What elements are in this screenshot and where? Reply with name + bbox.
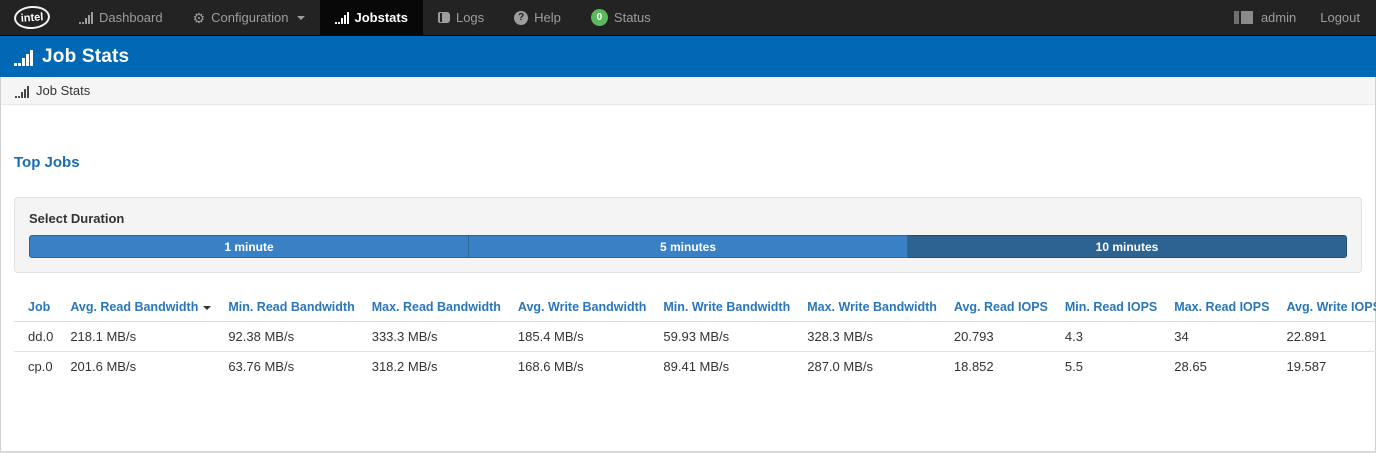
status-badge: 0 xyxy=(591,9,608,26)
column-header-min-write-bandwidth[interactable]: Min. Write Bandwidth xyxy=(663,293,807,322)
duration-button-5-minutes[interactable]: 5 minutes xyxy=(469,235,908,258)
column-header-avg-read-iops[interactable]: Avg. Read IOPS xyxy=(954,293,1065,322)
breadcrumb: Job Stats xyxy=(1,77,1375,105)
top-navbar: intel Dashboard ⚙ Configuration Jobstats… xyxy=(0,0,1376,36)
column-header-avg-read-bandwidth[interactable]: Avg. Read Bandwidth xyxy=(70,293,228,322)
table-row: cp.0201.6 MB/s63.76 MB/s318.2 MB/s168.6 … xyxy=(14,352,1376,382)
duration-panel-label: Select Duration xyxy=(29,211,1347,226)
nav-item-label: Help xyxy=(534,10,561,25)
bar-chart-icon xyxy=(79,12,93,24)
nav-item-label: Jobstats xyxy=(355,10,408,25)
table-cell: 5.5 xyxy=(1065,352,1174,382)
table-cell: 92.38 MB/s xyxy=(228,322,371,352)
nav-item-label: Logs xyxy=(456,10,484,25)
column-header-avg-write-bandwidth[interactable]: Avg. Write Bandwidth xyxy=(518,293,663,322)
table-cell: 185.4 MB/s xyxy=(518,322,663,352)
duration-button-group: 1 minute 5 minutes 10 minutes xyxy=(29,235,1347,258)
top-jobs-table: JobAvg. Read BandwidthMin. Read Bandwidt… xyxy=(14,293,1376,381)
table-cell: 18.852 xyxy=(954,352,1065,382)
breadcrumb-item[interactable]: Job Stats xyxy=(36,83,90,98)
table-cell: 89.41 MB/s xyxy=(663,352,807,382)
table-cell: 34 xyxy=(1174,322,1286,352)
nav-item-label: Dashboard xyxy=(99,10,163,25)
nav-item-jobstats[interactable]: Jobstats xyxy=(320,0,423,35)
table-cell: 63.76 MB/s xyxy=(228,352,371,382)
main-content: Top Jobs Select Duration 1 minute 5 minu… xyxy=(1,154,1375,381)
table-cell: 22.891 xyxy=(1286,322,1376,352)
table-cell: 201.6 MB/s xyxy=(70,352,228,382)
table-cell: 19.587 xyxy=(1286,352,1376,382)
logout-button[interactable]: Logout xyxy=(1310,0,1376,35)
section-title: Top Jobs xyxy=(14,154,1362,171)
table-cell: 59.93 MB/s xyxy=(663,322,807,352)
job-name-cell: dd.0 xyxy=(14,322,70,352)
user-menu[interactable]: admin xyxy=(1220,0,1310,35)
table-cell: 20.793 xyxy=(954,322,1065,352)
table-row: dd.0218.1 MB/s92.38 MB/s333.3 MB/s185.4 … xyxy=(14,322,1376,352)
book-icon xyxy=(438,12,450,23)
username: admin xyxy=(1261,10,1296,25)
duration-panel: Select Duration 1 minute 5 minutes 10 mi… xyxy=(14,197,1362,273)
table-cell: 318.2 MB/s xyxy=(372,352,518,382)
nav-item-label: Configuration xyxy=(211,10,288,25)
nav-item-status[interactable]: 0 Status xyxy=(576,0,666,35)
column-header-max-read-bandwidth[interactable]: Max. Read Bandwidth xyxy=(372,293,518,322)
table-header-row: JobAvg. Read BandwidthMin. Read Bandwidt… xyxy=(14,293,1376,322)
bar-chart-icon xyxy=(14,50,33,66)
nav-item-dashboard[interactable]: Dashboard xyxy=(64,0,178,35)
intel-logo-text: intel xyxy=(13,5,51,30)
page-header: Job Stats xyxy=(0,36,1376,77)
column-header-job[interactable]: Job xyxy=(14,293,70,322)
column-header-min-read-bandwidth[interactable]: Min. Read Bandwidth xyxy=(228,293,371,322)
table-cell: 328.3 MB/s xyxy=(807,322,954,352)
bar-chart-icon xyxy=(335,12,349,24)
help-icon: ? xyxy=(514,11,528,25)
table-cell: 333.3 MB/s xyxy=(372,322,518,352)
navbar-left: intel Dashboard ⚙ Configuration Jobstats… xyxy=(0,0,666,35)
table-cell: 28.65 xyxy=(1174,352,1286,382)
nav-item-configuration[interactable]: ⚙ Configuration xyxy=(178,0,320,35)
table-cell: 4.3 xyxy=(1065,322,1174,352)
table-cell: 218.1 MB/s xyxy=(70,322,228,352)
table-cell: 168.6 MB/s xyxy=(518,352,663,382)
intel-logo[interactable]: intel xyxy=(0,0,64,35)
nav-item-label: Status xyxy=(614,10,651,25)
table-cell: 287.0 MB/s xyxy=(807,352,954,382)
chevron-down-icon xyxy=(297,16,305,20)
column-header-max-read-iops[interactable]: Max. Read IOPS xyxy=(1174,293,1286,322)
table-head: JobAvg. Read BandwidthMin. Read Bandwidt… xyxy=(14,293,1376,322)
gear-icon: ⚙ xyxy=(193,11,206,25)
duration-button-10-minutes[interactable]: 10 minutes xyxy=(908,235,1347,258)
navbar-right: admin Logout xyxy=(1220,0,1376,35)
column-header-min-read-iops[interactable]: Min. Read IOPS xyxy=(1065,293,1174,322)
nav-item-logs[interactable]: Logs xyxy=(423,0,499,35)
user-icon xyxy=(1234,11,1253,24)
duration-button-1-minute[interactable]: 1 minute xyxy=(29,235,469,258)
column-header-avg-write-iops[interactable]: Avg. Write IOPS xyxy=(1286,293,1376,322)
job-name-cell: cp.0 xyxy=(14,352,70,382)
sort-desc-caret-icon xyxy=(203,306,211,310)
page-body: Job Stats Top Jobs Select Duration 1 min… xyxy=(0,77,1376,453)
column-header-max-write-bandwidth[interactable]: Max. Write Bandwidth xyxy=(807,293,954,322)
table-body: dd.0218.1 MB/s92.38 MB/s333.3 MB/s185.4 … xyxy=(14,322,1376,382)
page-title: Job Stats xyxy=(42,46,129,68)
nav-item-help[interactable]: ? Help xyxy=(499,0,576,35)
bar-chart-icon xyxy=(15,86,29,98)
